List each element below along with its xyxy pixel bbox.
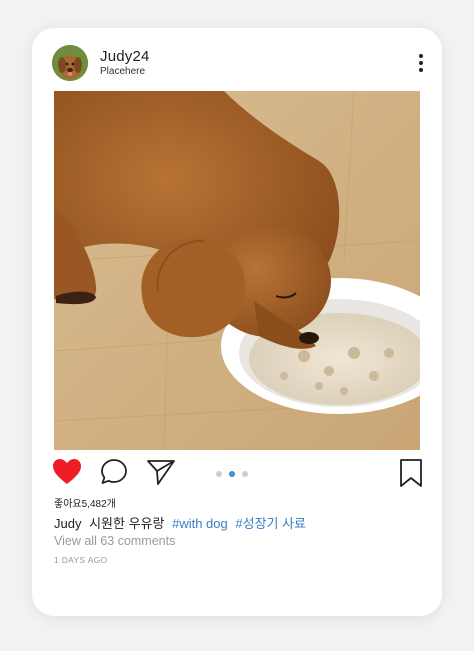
action-bar <box>52 458 424 490</box>
carousel-dot <box>242 471 248 477</box>
avatar[interactable] <box>52 45 88 81</box>
likes-count[interactable]: 좋아요5,482개 <box>54 495 116 510</box>
carousel-dot-active <box>229 471 235 477</box>
comment-icon[interactable] <box>100 458 128 491</box>
view-comments-link[interactable]: View all 63 comments <box>54 534 175 548</box>
bookmark-icon[interactable] <box>398 458 424 493</box>
hashtag[interactable]: #성장기 사료 <box>235 516 306 531</box>
post-image[interactable] <box>54 91 420 450</box>
send-icon[interactable] <box>146 458 176 491</box>
post-card: Judy24 Placehere 좋아요5,482개 Judy 시원한 우유랑 … <box>32 28 442 616</box>
caption-username[interactable]: Judy <box>54 516 81 531</box>
caption-text: 시원한 우유랑 <box>89 516 165 531</box>
heart-icon[interactable] <box>52 458 82 491</box>
more-vertical-icon[interactable] <box>414 52 428 74</box>
caption: Judy 시원한 우유랑 #with dog #성장기 사료 <box>54 513 306 532</box>
hashtag[interactable]: #with dog <box>172 516 228 531</box>
username[interactable]: Judy24 <box>100 48 150 65</box>
post-timestamp: 1 DAYS AGO <box>54 555 108 565</box>
location: Placehere <box>100 66 146 77</box>
carousel-dot <box>216 471 222 477</box>
